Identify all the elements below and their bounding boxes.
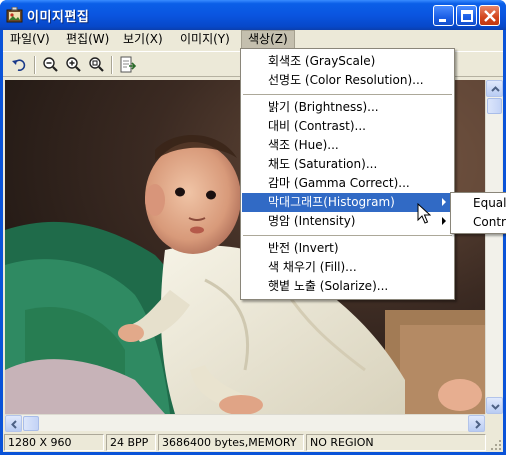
submenu-arrow-icon <box>442 198 446 206</box>
horizontal-scroll-thumb[interactable] <box>23 416 39 431</box>
menu-item-hue[interactable]: 색조 (Hue)... <box>242 136 453 155</box>
menu-view[interactable]: 보기(X) <box>117 30 169 50</box>
menu-item-color-resolution[interactable]: 선명도 (Color Resolution)... <box>242 71 453 90</box>
menu-item-gamma[interactable]: 감마 (Gamma Correct)... <box>242 174 453 193</box>
title-bar[interactable]: 이미지편집 <box>0 0 506 30</box>
scrollbar-corner <box>485 414 502 431</box>
scroll-up-button[interactable] <box>486 80 503 97</box>
menu-item-intensity-label: 명암 (Intensity) <box>268 214 356 228</box>
submenu-item-equalize[interactable]: Equal <box>473 194 506 213</box>
arrow-down-icon <box>491 404 500 410</box>
menu-image[interactable]: 이미지(Y) <box>174 30 236 50</box>
toolbar-separator <box>34 56 36 74</box>
horizontal-scrollbar[interactable] <box>5 414 485 432</box>
status-bar: 1280 X 960 24 BPP 3686400 bytes,MEMORY N… <box>3 432 503 452</box>
zoom-out-icon[interactable] <box>41 55 61 75</box>
export-icon[interactable] <box>118 55 138 75</box>
menu-item-grayscale[interactable]: 회색조 (GrayScale) <box>242 52 453 71</box>
window-title: 이미지편집 <box>27 10 90 25</box>
minimize-icon <box>439 19 446 22</box>
close-icon <box>484 10 496 22</box>
maximize-button[interactable] <box>456 5 477 26</box>
vertical-scrollbar[interactable] <box>485 80 503 414</box>
menu-edit[interactable]: 편집(W) <box>60 30 115 50</box>
menu-item-invert[interactable]: 반전 (Invert) <box>242 239 453 258</box>
scroll-right-button[interactable] <box>468 415 485 432</box>
menu-item-histogram-label: 막대그래프(Histogram) <box>268 195 395 209</box>
zoom-in-icon[interactable] <box>64 55 84 75</box>
close-button[interactable] <box>479 5 500 26</box>
undo-icon[interactable] <box>10 55 30 75</box>
scroll-left-button[interactable] <box>5 415 22 432</box>
arrow-left-icon <box>11 420 17 429</box>
status-memory: 3686400 bytes,MEMORY <box>158 434 304 451</box>
menu-bar: 파일(V) 편집(W) 보기(X) 이미지(Y) 색상(Z) <box>3 30 503 50</box>
menu-file[interactable]: 파일(V) <box>4 30 56 50</box>
vertical-scroll-thumb[interactable] <box>487 98 502 114</box>
submenu-item-contrast[interactable]: Contra <box>473 213 506 232</box>
menu-item-fill[interactable]: 색 채우기 (Fill)... <box>242 258 453 277</box>
menu-separator <box>243 235 452 236</box>
resize-grip-icon[interactable] <box>490 439 502 451</box>
zoom-fit-icon[interactable] <box>87 55 107 75</box>
menu-item-contrast[interactable]: 대비 (Contrast)... <box>242 117 453 136</box>
menu-item-saturation[interactable]: 채도 (Saturation)... <box>242 155 453 174</box>
histogram-submenu: Equal Contra <box>450 192 506 234</box>
submenu-arrow-icon <box>442 217 446 225</box>
scroll-down-button[interactable] <box>486 397 503 414</box>
minimize-button[interactable] <box>433 5 454 26</box>
color-menu-dropdown: 회색조 (GrayScale) 선명도 (Color Resolution)..… <box>240 48 455 300</box>
menu-color[interactable]: 색상(Z) <box>241 30 295 50</box>
menu-item-solarize[interactable]: 햇볕 노출 (Solarize)... <box>242 277 453 296</box>
app-icon <box>6 7 23 23</box>
maximize-icon <box>461 10 473 22</box>
status-bpp: 24 BPP <box>106 434 156 451</box>
mouse-cursor-icon <box>417 203 431 224</box>
arrow-up-icon <box>491 86 500 92</box>
status-region: NO REGION <box>306 434 486 451</box>
arrow-right-icon <box>475 420 481 429</box>
toolbar-separator <box>111 56 113 74</box>
menu-separator <box>243 94 452 95</box>
menu-item-brightness[interactable]: 밝기 (Brightness)... <box>242 98 453 117</box>
status-dimensions: 1280 X 960 <box>4 434 104 451</box>
